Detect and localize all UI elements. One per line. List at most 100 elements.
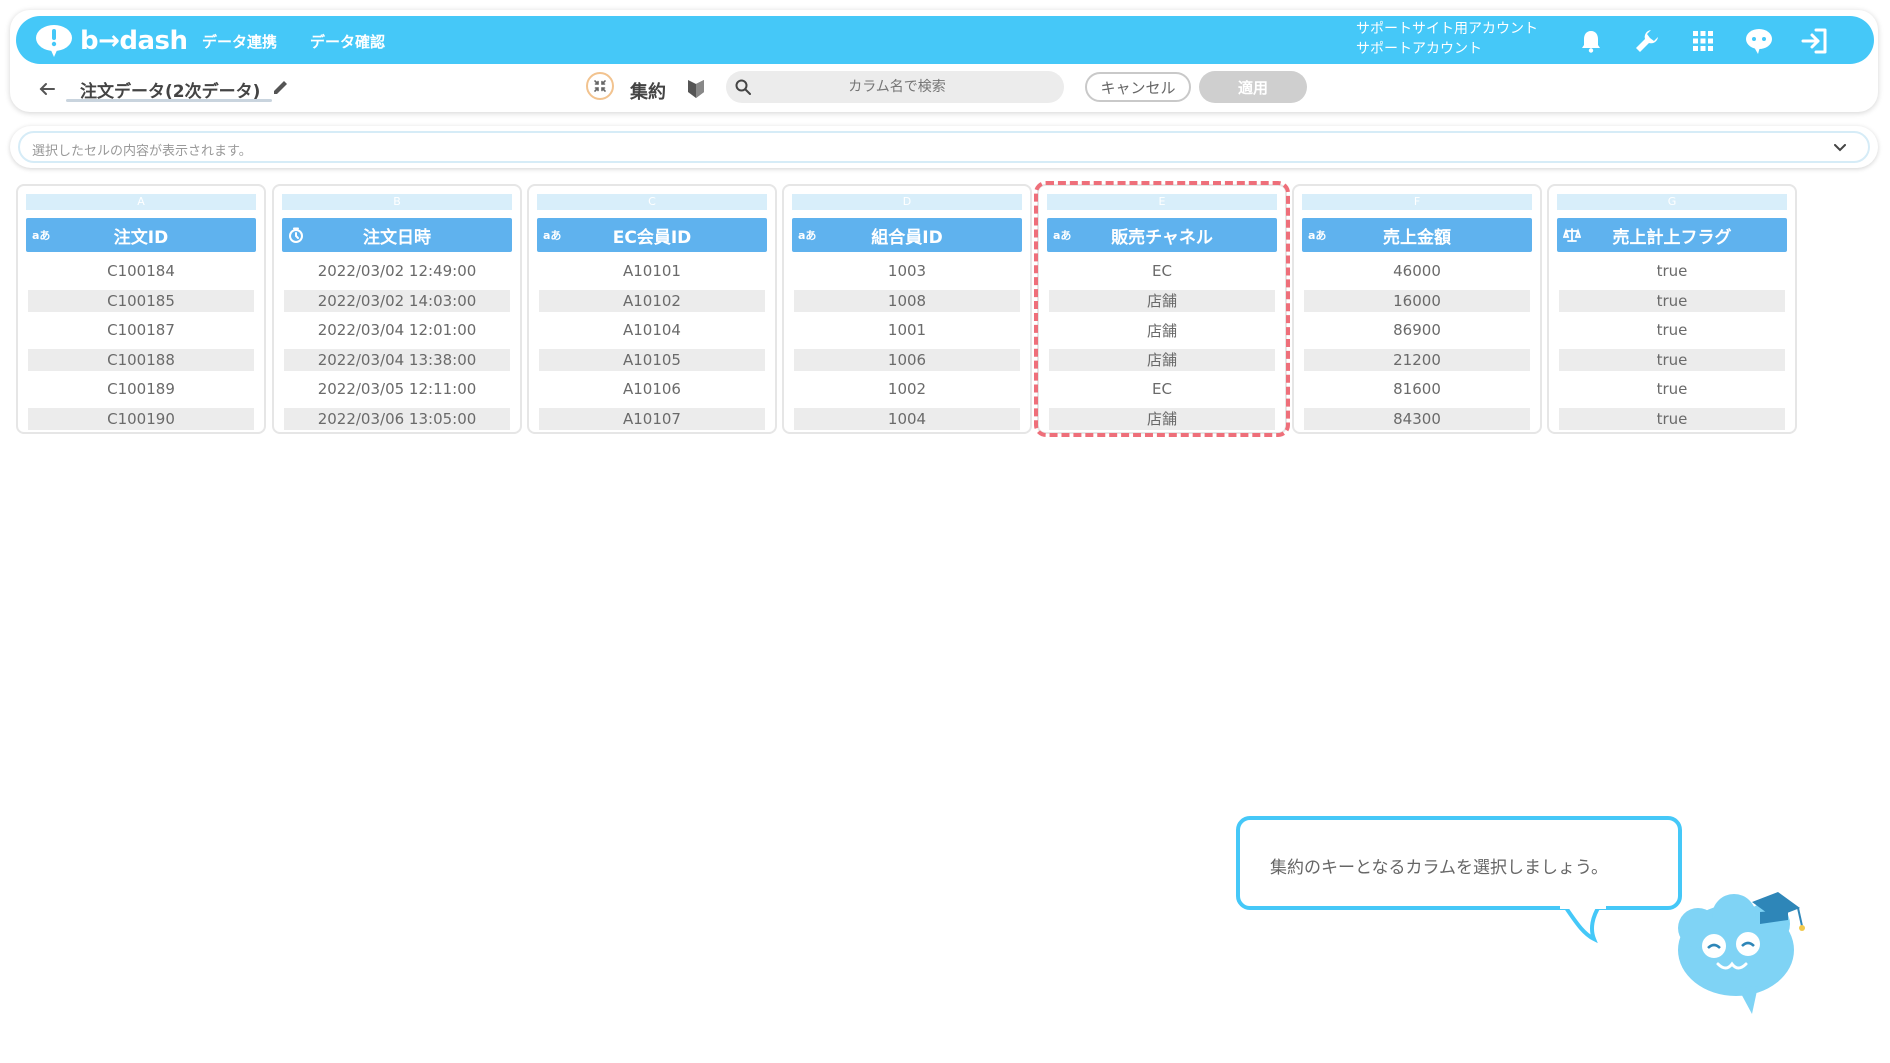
mascot-character-icon [1678, 892, 1805, 1014]
nav-data-check[interactable]: データ確認 [310, 31, 385, 52]
bubble-tail [1560, 905, 1606, 944]
column-name: 売上金額 [1383, 227, 1451, 248]
table-cell[interactable]: 1006 [794, 348, 1020, 371]
tutorial-message: 集約のキーとなるカラムを選択しましょう。 [1270, 858, 1608, 878]
table-cell[interactable]: C100188 [28, 348, 254, 371]
column-header[interactable]: aあ 販売チャネル [1047, 218, 1277, 252]
column-header[interactable]: 売上計上フラグ [1557, 218, 1787, 252]
table-cell[interactable]: 1008 [794, 289, 1020, 312]
chat-bot-icon[interactable] [1744, 26, 1774, 56]
table-cell[interactable]: 1002 [794, 378, 1020, 400]
search-input[interactable] [760, 72, 1034, 102]
apply-button[interactable]: 適用 [1199, 71, 1307, 103]
column-name: 注文ID [113, 227, 169, 248]
aggregate-label: 集約 [630, 82, 666, 103]
table-cell[interactable]: true [1559, 260, 1785, 282]
aggregate-icon[interactable] [586, 72, 614, 100]
table-cell[interactable]: A10101 [539, 260, 765, 282]
cell-content-placeholder: 選択したセルの内容が表示されます。 [32, 144, 252, 159]
column-header[interactable]: aあ 注文ID [26, 218, 256, 252]
app-logo[interactable]: b→dash [34, 24, 188, 58]
account-name-line2: サポートアカウント [1356, 41, 1482, 57]
table-cell[interactable]: C100190 [28, 407, 254, 430]
column-header[interactable]: aあ 売上金額 [1302, 218, 1532, 252]
boolean-scale-icon [1563, 226, 1581, 244]
column-letter: F [1302, 194, 1532, 210]
nav-data-integration[interactable]: データ連携 [202, 31, 277, 52]
title-underline [66, 99, 272, 102]
column-search-field[interactable] [726, 71, 1064, 103]
table-cell[interactable]: true [1559, 378, 1785, 400]
table-cell[interactable]: A10107 [539, 407, 765, 430]
column-card-c[interactable]: C aあ EC会員ID A10101 A10102 A10104 A10105 … [527, 184, 777, 434]
table-cell[interactable]: C100189 [28, 378, 254, 400]
table-cell[interactable]: true [1559, 407, 1785, 430]
column-letter: A [26, 194, 256, 210]
column-card-g[interactable]: G 売上計上フラグ true true true true true true [1547, 184, 1797, 434]
text-type-icon: aあ [1053, 229, 1072, 242]
table-cell[interactable]: 2022/03/02 12:49:00 [284, 260, 510, 282]
table-cell[interactable]: A10105 [539, 348, 765, 371]
table-cell[interactable]: true [1559, 348, 1785, 371]
table-cell[interactable]: C100185 [28, 289, 254, 312]
text-type-icon: aあ [32, 229, 51, 242]
table-cell[interactable]: 店舗 [1049, 407, 1275, 430]
beginner-mark-icon[interactable] [686, 78, 706, 104]
table-cell[interactable]: 16000 [1304, 289, 1530, 312]
table-cell[interactable]: 2022/03/05 12:11:00 [284, 378, 510, 400]
column-name: 売上計上フラグ [1612, 227, 1732, 248]
column-name: 販売チャネル [1111, 227, 1213, 248]
table-cell[interactable]: 2022/03/06 13:05:00 [284, 407, 510, 430]
table-cell[interactable]: 2022/03/04 12:01:00 [284, 319, 510, 341]
table-cell[interactable]: EC [1049, 260, 1275, 282]
table-cell[interactable]: 84300 [1304, 407, 1530, 430]
column-header[interactable]: 注文日時 [282, 218, 512, 252]
column-card-e[interactable]: E aあ 販売チャネル EC 店舗 店舗 店舗 EC 店舗 [1037, 184, 1287, 434]
column-name: 組合員ID [871, 227, 943, 248]
column-header[interactable]: aあ EC会員ID [537, 218, 767, 252]
table-cell[interactable]: EC [1049, 378, 1275, 400]
table-cell[interactable]: 店舗 [1049, 289, 1275, 312]
column-letter: G [1557, 194, 1787, 210]
table-cell[interactable]: true [1559, 319, 1785, 341]
table-cell[interactable]: 21200 [1304, 348, 1530, 371]
table-cell[interactable]: C100187 [28, 319, 254, 341]
column-card-a[interactable]: A aあ 注文ID C100184 C100185 C100187 C10018… [16, 184, 266, 434]
table-cell[interactable]: true [1559, 289, 1785, 312]
table-cell[interactable]: A10106 [539, 378, 765, 400]
table-cell[interactable]: 店舗 [1049, 319, 1275, 341]
logo-bubble-icon [36, 25, 72, 57]
table-cell[interactable]: 2022/03/02 14:03:00 [284, 289, 510, 312]
table-cell[interactable]: C100184 [28, 260, 254, 282]
text-type-icon: aあ [1308, 229, 1327, 242]
table-cell[interactable]: A10104 [539, 319, 765, 341]
column-card-d[interactable]: D aあ 組合員ID 1003 1008 1001 1006 1002 1004 [782, 184, 1032, 434]
column-letter: E [1047, 194, 1277, 210]
column-header[interactable]: aあ 組合員ID [792, 218, 1022, 252]
cell-content-display[interactable] [18, 131, 1870, 163]
column-letter: D [792, 194, 1022, 210]
logo-text: b→dash [80, 26, 188, 56]
wrench-icon[interactable] [1632, 26, 1662, 56]
column-card-b[interactable]: B 注文日時 2022/03/02 12:49:00 2022/03/02 14… [272, 184, 522, 434]
table-cell[interactable]: 81600 [1304, 378, 1530, 400]
table-cell[interactable]: 1004 [794, 407, 1020, 430]
search-icon [726, 79, 760, 95]
clock-type-icon [288, 226, 304, 244]
table-cell[interactable]: A10102 [539, 289, 765, 312]
back-arrow-icon[interactable] [36, 78, 58, 100]
column-card-f[interactable]: F aあ 売上金額 46000 16000 86900 21200 81600 … [1292, 184, 1542, 434]
table-cell[interactable]: 86900 [1304, 319, 1530, 341]
table-cell[interactable]: 店舗 [1049, 348, 1275, 371]
table-cell[interactable]: 1001 [794, 319, 1020, 341]
pencil-edit-icon[interactable] [272, 78, 290, 100]
table-cell[interactable]: 1003 [794, 260, 1020, 282]
apps-grid-icon[interactable] [1688, 26, 1718, 56]
logout-icon[interactable] [1800, 26, 1830, 56]
table-cell[interactable]: 46000 [1304, 260, 1530, 282]
account-info[interactable]: サポートサイト用アカウント サポートアカウント [1356, 19, 1538, 59]
table-cell[interactable]: 2022/03/04 13:38:00 [284, 348, 510, 371]
bell-icon[interactable] [1576, 26, 1606, 56]
chevron-down-icon[interactable] [1830, 138, 1850, 158]
cancel-button[interactable]: キャンセル [1085, 72, 1191, 102]
